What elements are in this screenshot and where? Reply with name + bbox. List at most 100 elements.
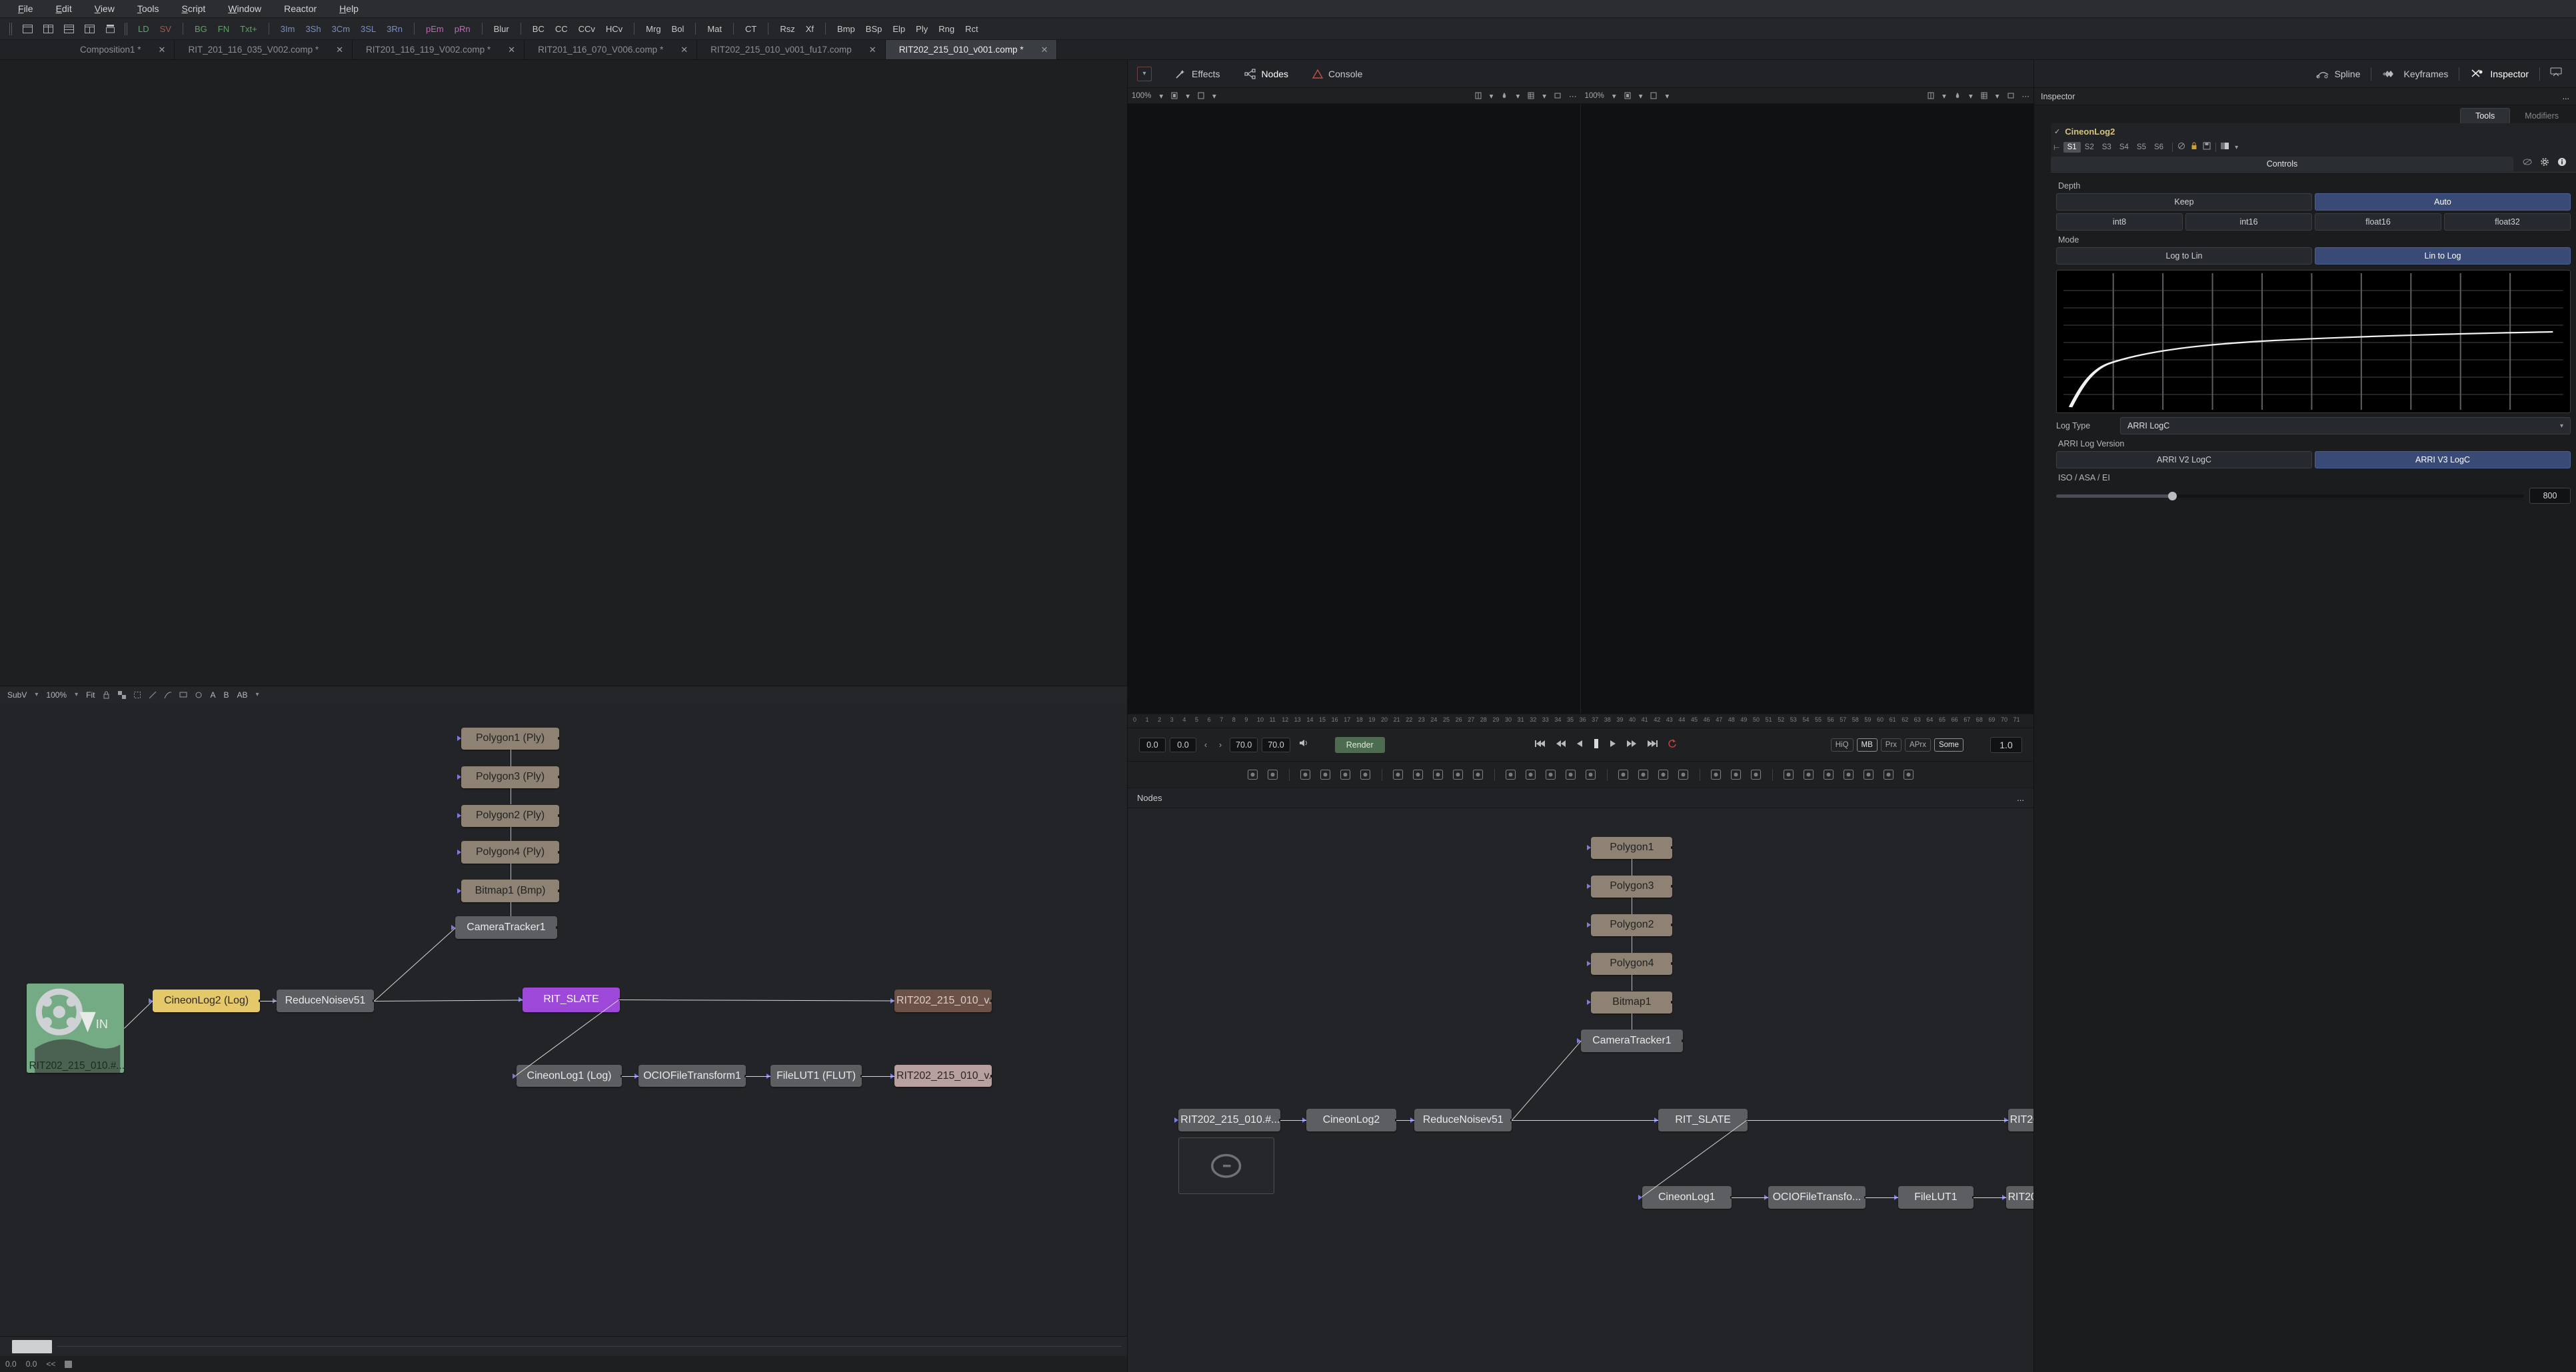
tool-pem[interactable]: pEm bbox=[421, 22, 449, 36]
node-output-port[interactable] bbox=[990, 1074, 993, 1077]
in-point-field[interactable]: 0.0 bbox=[1139, 737, 1166, 752]
graph-node-cflut[interactable]: FileLUT1 bbox=[1894, 1186, 1974, 1209]
left-view-lut-icon[interactable] bbox=[1194, 92, 1208, 99]
toolbar-separator-handle[interactable] bbox=[125, 22, 129, 35]
tool-rct[interactable]: Rct bbox=[960, 22, 984, 36]
tracker-icon[interactable] bbox=[1706, 766, 1726, 784]
tool-mat[interactable]: Mat bbox=[702, 22, 727, 36]
tool-ccv[interactable]: CCv bbox=[573, 22, 601, 36]
tool-ld[interactable]: LD bbox=[133, 22, 155, 36]
comp-tab-2[interactable]: RIT201_116_119_V002.comp * ✕ bbox=[353, 40, 525, 59]
node-output-port[interactable] bbox=[1671, 924, 1674, 927]
loop-icon[interactable] bbox=[1667, 738, 1678, 752]
node-input-port[interactable] bbox=[457, 774, 462, 780]
state-s2-button[interactable]: S2 bbox=[2081, 142, 2098, 153]
graph-node-sv1[interactable]: RIT202_215_010_v... bbox=[890, 990, 993, 1012]
viewer-left[interactable] bbox=[1128, 104, 1580, 714]
inspector-header-menu[interactable]: ... bbox=[2563, 92, 2569, 101]
graph-node-sv2[interactable]: RIT202_215_010_v... bbox=[890, 1064, 993, 1087]
mask-icon[interactable] bbox=[1541, 766, 1561, 784]
tool-3im[interactable]: 3Im bbox=[275, 22, 301, 36]
depth-float16-button[interactable]: float16 bbox=[2315, 213, 2441, 231]
color-swatch-icon[interactable] bbox=[2221, 141, 2231, 153]
comp-tab-close-1[interactable]: ✕ bbox=[336, 45, 352, 55]
crop-icon[interactable] bbox=[1561, 766, 1581, 784]
graph-node-cin2[interactable]: CineonLog2 (Log) bbox=[148, 990, 261, 1012]
graph-node-camtrk[interactable]: CameraTracker1 bbox=[451, 916, 558, 939]
tool-cc[interactable]: CC bbox=[550, 22, 573, 36]
tool-3rn[interactable]: 3Rn bbox=[381, 22, 408, 36]
tool-ply[interactable]: Ply bbox=[910, 22, 933, 36]
left-timeline-bar[interactable] bbox=[0, 1336, 1127, 1356]
graph-node-rn51[interactable]: ReduceNoisev51 bbox=[272, 990, 375, 1012]
end-frame-field[interactable]: 70.0 bbox=[1230, 737, 1258, 752]
matte-icon[interactable] bbox=[1428, 766, 1448, 784]
play-icon[interactable] bbox=[1609, 739, 1617, 751]
subv-label[interactable]: SubV bbox=[4, 689, 30, 701]
nodes-panel-menu[interactable]: ... bbox=[2017, 793, 2024, 803]
comp-tab-3[interactable]: RIT201_116_070_V006.comp * ✕ bbox=[525, 40, 698, 59]
timeline-track[interactable] bbox=[57, 1346, 1122, 1347]
graph-node-ccin1[interactable]: CineonLog1 bbox=[1638, 1186, 1732, 1209]
modifiers-tab[interactable]: Modifiers bbox=[2510, 109, 2573, 123]
roi-icon[interactable] bbox=[130, 689, 144, 701]
nodes-layout-icon[interactable] bbox=[1263, 766, 1283, 784]
tool-xf[interactable]: Xf bbox=[800, 22, 819, 36]
node-output-port[interactable] bbox=[557, 737, 560, 740]
comp-tab-4[interactable]: RIT202_215_010_v001_fu17.comp ✕ bbox=[697, 40, 886, 59]
spline-edit-icon[interactable] bbox=[1408, 766, 1428, 784]
graph-node-ccam[interactable]: CameraTracker1 bbox=[1577, 1029, 1684, 1052]
lock-icon[interactable] bbox=[2191, 141, 2197, 153]
graph-node-cbmp1[interactable]: Bitmap1 bbox=[1587, 991, 1674, 1014]
graph-node-csv1[interactable]: RIT202_215_010_v... bbox=[2003, 1109, 2033, 1131]
left-view-checker-caret[interactable]: ▾ bbox=[1486, 91, 1498, 101]
right-view-buffer-caret[interactable]: ▾ bbox=[1635, 91, 1647, 101]
channel-b-button[interactable]: B bbox=[220, 689, 232, 701]
tool-3sl[interactable]: 3SL bbox=[355, 22, 381, 36]
graph-node-poly4[interactable]: Polygon4 (Ply) bbox=[457, 841, 560, 864]
menu-help[interactable]: Help bbox=[328, 2, 370, 15]
left-view-drop-icon[interactable] bbox=[1497, 92, 1512, 99]
node-output-port[interactable] bbox=[1681, 1039, 1684, 1043]
tool-rsz[interactable]: Rsz bbox=[774, 22, 800, 36]
node-output-port[interactable] bbox=[1671, 885, 1674, 888]
state-s4-button[interactable]: S4 bbox=[2115, 142, 2133, 153]
node-input-port[interactable] bbox=[457, 813, 462, 819]
menu-window[interactable]: Window bbox=[217, 2, 273, 15]
right-view-grid-icon[interactable] bbox=[1977, 92, 1991, 99]
prev-range-button[interactable]: ‹ bbox=[1198, 740, 1213, 750]
checker-icon[interactable] bbox=[115, 689, 129, 701]
left-view-grid-icon[interactable] bbox=[1524, 92, 1538, 99]
stop-icon[interactable] bbox=[1592, 738, 1600, 752]
left-view-menu-icon[interactable]: ⋯ bbox=[1565, 91, 1581, 101]
menu-script[interactable]: Script bbox=[171, 2, 217, 15]
tool-elp[interactable]: Elp bbox=[887, 22, 910, 36]
time-ruler[interactable]: 0 1 2 3 4 5 6 7 8 9 10 11 12 13 14 15 16 17 18 19 20 21 22 23 24… bbox=[1128, 714, 2033, 728]
planar-tracker-icon[interactable] bbox=[1726, 766, 1746, 784]
circle-icon[interactable] bbox=[191, 689, 205, 701]
arri-v3-logc-button[interactable]: ARRI V3 LogC bbox=[2315, 451, 2571, 468]
tab-inspector[interactable]: Inspector bbox=[2459, 68, 2539, 80]
transform-icon[interactable] bbox=[1581, 766, 1601, 784]
comp-tab-close-2[interactable]: ✕ bbox=[508, 45, 524, 55]
mode-log-to-lin-button[interactable]: Log to Lin bbox=[2056, 247, 2312, 265]
next-range-button[interactable]: › bbox=[1213, 740, 1228, 750]
right-view-lut-icon[interactable] bbox=[1646, 92, 1661, 99]
graph-node-cpoly4[interactable]: Polygon4 bbox=[1587, 952, 1674, 976]
right-view-checker-caret[interactable]: ▾ bbox=[1938, 91, 1950, 101]
iso-value-field[interactable]: 800 bbox=[2529, 488, 2571, 504]
left-viewer-fit[interactable]: Fit bbox=[83, 689, 98, 701]
graph-node-cld[interactable]: RIT202_215_010.#... bbox=[1174, 1109, 1281, 1131]
node-preview-thumbnail[interactable] bbox=[1178, 1137, 1274, 1195]
menu-tools[interactable]: Tools bbox=[126, 2, 171, 15]
node-input-port[interactable] bbox=[1587, 884, 1592, 890]
left-view-zoom[interactable]: 100% bbox=[1128, 92, 1155, 100]
node-output-port[interactable] bbox=[1671, 1001, 1674, 1004]
toolbar-drag-handle[interactable] bbox=[9, 22, 13, 35]
comp-tab-5[interactable]: RIT202_215_010_v001.comp * ✕ bbox=[885, 40, 1058, 59]
tool-bsp[interactable]: BSp bbox=[860, 22, 888, 36]
quality-mb-button[interactable]: MB bbox=[1856, 738, 1878, 752]
save-icon[interactable] bbox=[2203, 141, 2211, 153]
tool-ct[interactable]: CT bbox=[740, 22, 762, 36]
tab-keyframes[interactable]: Keyframes bbox=[2371, 69, 2459, 79]
